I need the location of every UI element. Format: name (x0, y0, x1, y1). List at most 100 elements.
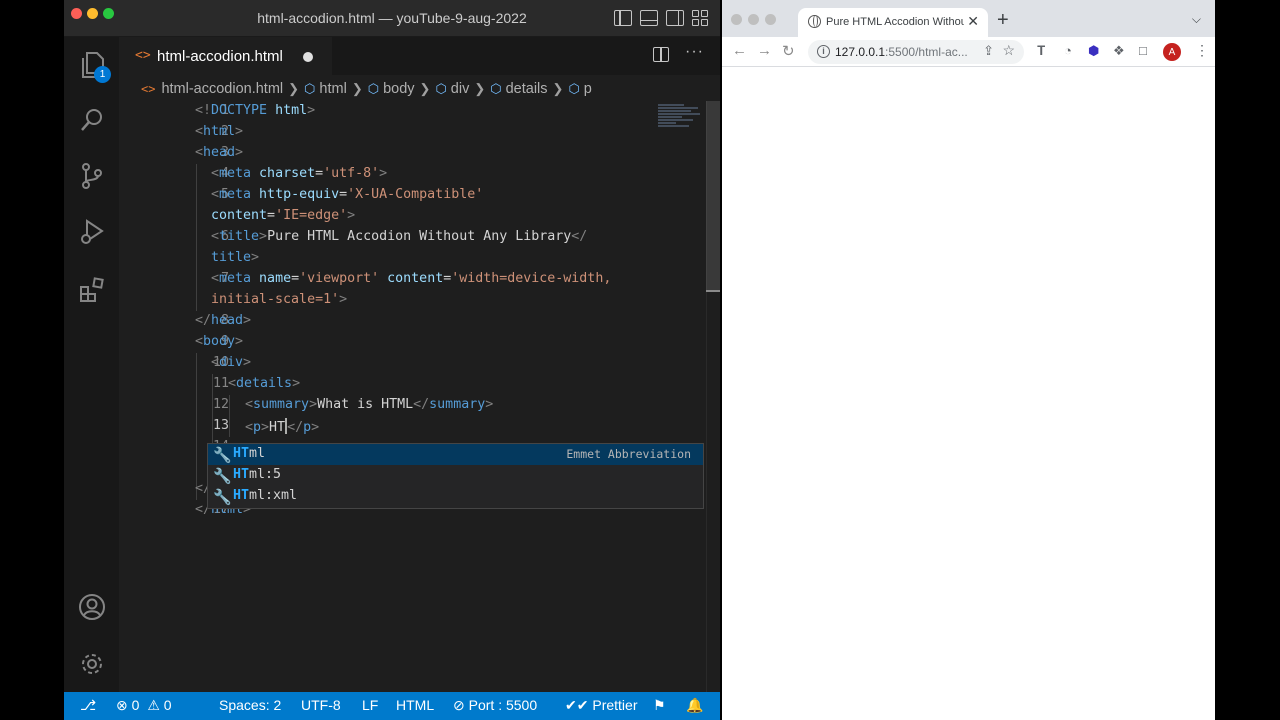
remote-icon[interactable]: ⎇ (80, 697, 96, 714)
split-editor-icon[interactable] (653, 47, 670, 62)
problems-indicator[interactable]: ⊗ 0 ⚠ 0 (116, 697, 172, 714)
puzzle-extensions-icon[interactable]: ❖ (1113, 43, 1125, 59)
side-panel-icon[interactable]: □ (1139, 43, 1147, 58)
breadcrumb-item-details[interactable]: details (506, 81, 548, 97)
live-server-port[interactable]: ⊘ Port : 5500 (453, 697, 537, 714)
page-viewport[interactable] (722, 67, 1215, 720)
suggestion-item[interactable]: 🔧 HTml:xml (208, 486, 703, 507)
browser-tab-title: Pure HTML Accodion Without Any Library (826, 16, 964, 28)
prettier-status[interactable]: ✔✔ Prettier (565, 697, 637, 714)
explorer-badge: 1 (94, 66, 111, 83)
code-token: </ (287, 420, 304, 435)
code-token: meta (219, 271, 252, 286)
tab-label: html-accodion.html (157, 48, 283, 65)
profile-avatar[interactable]: A (1163, 43, 1181, 61)
suggestion-match: HT (233, 488, 250, 503)
wrench-icon: 🔧 (213, 488, 232, 506)
code-line: content='IE=edge'> (119, 206, 706, 227)
suggestion-widget: 🔧 HTml Emmet Abbreviation 🔧 HTml:5 🔧 HTm… (207, 443, 704, 509)
settings-gear-icon[interactable] (77, 649, 106, 678)
code-line: 12 <summary>What is HTML</summary> (119, 395, 706, 416)
search-icon[interactable] (77, 105, 106, 134)
explorer-icon[interactable]: 1 (77, 50, 111, 83)
code-token: title (219, 229, 260, 244)
more-menu-icon[interactable]: ⋮ (1195, 42, 1209, 59)
html-file-icon: <> (141, 82, 156, 96)
extensions-icon[interactable] (77, 275, 106, 304)
breadcrumb-file[interactable]: html-accodion.html (161, 81, 283, 97)
toggle-panel-icon[interactable] (640, 10, 658, 26)
code-token: content (211, 208, 268, 223)
new-tab-icon[interactable]: + (997, 9, 1009, 32)
breadcrumb-item-html[interactable]: html (319, 81, 346, 97)
code-token: = (291, 271, 300, 286)
code-token: summary (429, 397, 486, 412)
code-token: content (379, 271, 444, 286)
maximize-window-button[interactable] (765, 14, 776, 25)
code-token: < (228, 376, 237, 391)
breadcrumb-item-p[interactable]: p (584, 81, 592, 97)
text-extension-icon[interactable]: 𝐓 (1037, 43, 1045, 59)
browser-tab[interactable]: Pure HTML Accodion Without Any Library ✕ (798, 8, 988, 37)
url-text[interactable]: 127.0.0.1:5500/html-ac... (835, 45, 968, 59)
code-token: < (195, 334, 204, 349)
tab-search-chevron-icon[interactable]: ⌵ (1192, 12, 1201, 27)
more-actions-icon[interactable]: ··· (685, 43, 704, 62)
hexagon-extension-icon[interactable]: ⬢ (1088, 43, 1099, 59)
back-arrow-icon[interactable]: ← (732, 42, 747, 59)
dropper-extension-icon[interactable]: ◔ (1064, 43, 1072, 58)
code-token: < (211, 271, 220, 286)
toggle-sidebar-icon[interactable] (614, 10, 632, 26)
html-file-icon: <> (135, 48, 151, 63)
encoding-status[interactable]: UTF-8 (301, 697, 341, 713)
code-line: 3 <head> (119, 143, 706, 164)
language-mode-status[interactable]: HTML (396, 697, 434, 713)
suggestion-item[interactable]: 🔧 HTml Emmet Abbreviation (208, 444, 703, 465)
code-line: 7 <meta name='viewport' content='width=d… (119, 269, 706, 290)
notifications-bell-icon[interactable]: 🔔 (686, 697, 703, 714)
code-line: 4 <meta charset='utf-8'> (119, 164, 706, 185)
forward-arrow-icon[interactable]: → (757, 42, 772, 59)
share-icon[interactable]: ⇪ (983, 43, 994, 59)
code-token: < (211, 166, 220, 181)
minimize-window-button[interactable] (748, 14, 759, 25)
code-editor[interactable]: 1 <!DOCTYPE html> 2 <html> 3 <head> 4 <m… (119, 101, 706, 692)
code-token: > (261, 420, 270, 435)
cube-icon: ⬡ (568, 81, 580, 96)
run-debug-icon[interactable] (77, 217, 106, 246)
reload-icon[interactable]: ↻ (782, 42, 795, 60)
code-token: <! (195, 103, 212, 118)
breadcrumb-item-div[interactable]: div (451, 81, 470, 97)
chrome-window: Pure HTML Accodion Without Any Library ✕… (722, 0, 1215, 720)
close-window-button[interactable] (731, 14, 742, 25)
warning-count: 0 (163, 697, 172, 713)
bookmark-star-icon[interactable]: ☆ (1002, 42, 1015, 59)
url-host: 127.0.0.1 (835, 45, 886, 59)
site-info-icon[interactable]: i (817, 45, 830, 58)
address-bar[interactable]: i 127.0.0.1:5500/html-ac... ⇪ ☆ (808, 40, 1024, 64)
code-token: Pure HTML Accodion Without Any Library (267, 229, 572, 244)
port-label: Port : 5500 (468, 697, 538, 713)
tab-html-accodion[interactable]: <> html-accodion.html (119, 37, 332, 75)
close-tab-icon[interactable]: ✕ (967, 13, 979, 30)
scrollbar-thumb[interactable] (706, 101, 720, 291)
breadcrumb-item-body[interactable]: body (383, 81, 414, 97)
code-token: > (259, 229, 268, 244)
chevron-right-icon: ❯ (552, 81, 564, 96)
line-number: 11 (213, 376, 230, 391)
toggle-secondary-sidebar-icon[interactable] (666, 10, 684, 26)
chevron-right-icon: ❯ (419, 81, 431, 96)
customize-layout-icon[interactable] (692, 10, 710, 26)
scrollbar-cursor-marker (706, 290, 720, 292)
cube-icon: ⬡ (367, 81, 380, 96)
source-control-icon[interactable] (77, 161, 106, 190)
unsaved-dot-icon[interactable] (303, 52, 313, 62)
feedback-icon[interactable]: ⚑ (653, 697, 666, 714)
suggestion-item[interactable]: 🔧 HTml:5 (208, 465, 703, 486)
minimap[interactable] (658, 104, 702, 132)
code-token: > (309, 397, 318, 412)
eol-status[interactable]: LF (362, 697, 378, 713)
accounts-icon[interactable] (77, 592, 106, 621)
indentation-status[interactable]: Spaces: 2 (219, 697, 281, 713)
code-token: < (211, 187, 220, 202)
